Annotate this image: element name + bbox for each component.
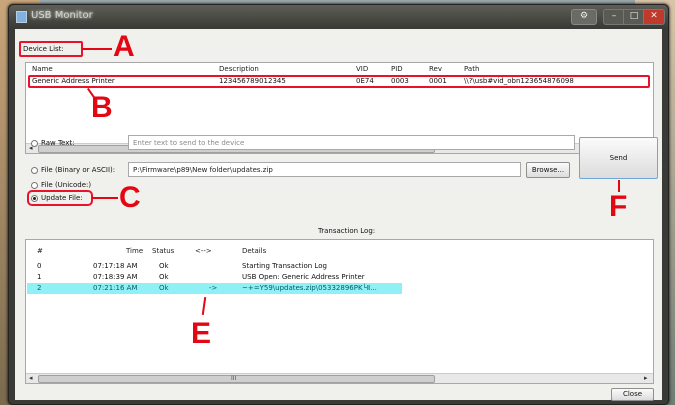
usb-monitor-window: USB Monitor ⚙ – □ ✕ Device List: A Name …: [8, 4, 669, 405]
table-row-selected[interactable]: 2 07:21:16 AM Ok -> ~+=Y59\updates.zip\0…: [27, 283, 402, 294]
minimize-button[interactable]: –: [603, 9, 625, 25]
window-title: USB Monitor: [31, 10, 93, 21]
log-status-cell: Ok: [159, 284, 169, 292]
column-header-vid[interactable]: VID: [356, 65, 368, 73]
annotation-c: C: [119, 181, 141, 214]
close-button[interactable]: Close: [611, 388, 654, 401]
log-time-cell: 07:17:18 AM: [93, 262, 138, 270]
close-window-button[interactable]: ✕: [643, 9, 665, 25]
transaction-log-table[interactable]: # Time Status <--> Details 0 07:17:18 AM…: [25, 239, 654, 384]
file-unicode-radio[interactable]: [31, 182, 38, 189]
table-row[interactable]: 1 07:18:39 AM Ok USB Open: Generic Addre…: [26, 272, 653, 283]
transaction-log-title: Transaction Log:: [318, 227, 376, 235]
annotation-box-a: [19, 41, 83, 57]
column-header-name[interactable]: Name: [32, 65, 53, 73]
annotation-box-b: [28, 75, 650, 88]
annotation-e: E: [191, 317, 212, 350]
annotation-f: F: [609, 190, 628, 223]
client-area: Device List: A Name Description VID PID …: [15, 29, 662, 401]
log-details-cell: ~+=Y59\updates.zip\05332896PK└Ⅱ...: [242, 284, 377, 292]
log-status-cell: Ok: [159, 262, 169, 270]
send-button[interactable]: Send: [579, 137, 658, 179]
log-status-cell: Ok: [159, 273, 169, 281]
annotation-line-c: [92, 197, 118, 199]
log-details-cell: USB Open: Generic Address Printer: [242, 273, 365, 281]
raw-text-label: Raw Text:: [41, 139, 75, 147]
file-unicode-label: File (Unicode:): [41, 181, 92, 189]
scrollbar-thumb[interactable]: [38, 375, 435, 383]
annotation-box-c: [27, 190, 93, 206]
column-header-direction[interactable]: <-->: [195, 247, 212, 255]
column-header-description[interactable]: Description: [219, 65, 259, 73]
log-direction-cell: ->: [209, 284, 218, 292]
browse-button[interactable]: Browse...: [526, 162, 570, 178]
title-bar: USB Monitor ⚙ – □ ✕: [9, 5, 668, 27]
transaction-log-scrollbar[interactable]: ◂ III ▸: [26, 373, 653, 383]
app-icon: [16, 11, 27, 23]
column-header-rev[interactable]: Rev: [429, 65, 442, 73]
scroll-right-arrow-icon[interactable]: ▸: [644, 374, 648, 383]
maximize-button[interactable]: □: [623, 9, 645, 25]
table-row[interactable]: 0 07:17:18 AM Ok Starting Transaction Lo…: [26, 261, 653, 272]
column-header-status[interactable]: Status: [152, 247, 174, 255]
column-header-details[interactable]: Details: [242, 247, 266, 255]
annotation-b: B: [91, 91, 113, 124]
raw-text-input[interactable]: Enter text to send to the device: [128, 135, 575, 150]
column-header-number[interactable]: #: [37, 247, 43, 255]
window-menu-icon[interactable]: ⚙: [571, 9, 597, 25]
column-header-time[interactable]: Time: [126, 247, 143, 255]
column-header-pid[interactable]: PID: [391, 65, 403, 73]
log-number-cell: 2: [37, 284, 42, 292]
file-path-input[interactable]: P:\Firmware\p89\New folder\updates.zip: [128, 162, 521, 177]
log-number-cell: 1: [37, 273, 42, 281]
raw-text-radio[interactable]: [31, 140, 38, 147]
column-header-path[interactable]: Path: [464, 65, 479, 73]
scroll-left-arrow-icon[interactable]: ◂: [29, 374, 33, 383]
log-details-cell: Starting Transaction Log: [242, 262, 327, 270]
annotation-line-a: [82, 48, 112, 50]
scrollbar-grip-icon: III: [231, 375, 237, 382]
log-time-cell: 07:21:16 AM: [93, 284, 138, 292]
annotation-a: A: [113, 30, 135, 63]
log-time-cell: 07:18:39 AM: [93, 273, 138, 281]
log-number-cell: 0: [37, 262, 42, 270]
file-binary-label: File (Binary or ASCII):: [41, 166, 116, 174]
file-binary-radio[interactable]: [31, 167, 38, 174]
